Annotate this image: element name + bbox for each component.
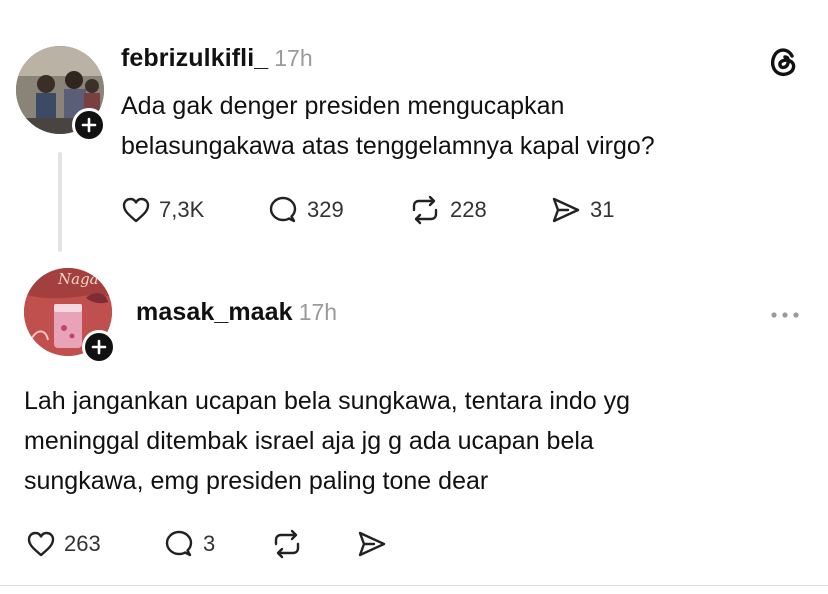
repost-icon [274, 529, 300, 559]
more-dots-icon[interactable] [768, 306, 804, 324]
thread-connector-line [58, 152, 62, 252]
reply-reply-count: 3 [203, 531, 216, 556]
post-reply-button[interactable]: 329 [267, 194, 344, 226]
send-icon [552, 197, 580, 223]
repost-icon [412, 195, 438, 225]
reply-avatar-logo-text: Naga [58, 270, 99, 288]
send-icon [358, 531, 386, 557]
reply-like-button[interactable]: 263 [26, 528, 101, 560]
reply-repost-button[interactable] [270, 528, 304, 560]
reply-text-line: sungkawa, emg presiden paling tone dear [24, 467, 489, 495]
comment-bubble-icon [165, 530, 193, 557]
post-like-button[interactable]: 7,3K [121, 194, 204, 226]
heart-icon [27, 531, 55, 557]
post-like-count: 7,3K [159, 197, 205, 222]
reply-text-line: meninggal ditembak israel aja jg g ada u… [24, 427, 594, 455]
post-username[interactable]: febrizulkifli_ [121, 44, 268, 73]
reply-header: masak_maak 17h [136, 298, 337, 332]
post-text: Ada gak denger presiden mengucapkan bela… [121, 86, 801, 166]
threads-logo-icon[interactable] [766, 44, 802, 80]
reply-share-button[interactable] [356, 528, 388, 560]
post-header: febrizulkifli_ 17h [121, 44, 313, 78]
reply-text: Lah jangankan ucapan bela sungkawa, tent… [24, 381, 814, 501]
post-repost-button[interactable]: 228 [408, 194, 487, 226]
post-share-button[interactable]: 31 [550, 194, 614, 226]
divider [0, 585, 828, 586]
comment-bubble-icon [269, 196, 297, 223]
reply-reply-button[interactable]: 3 [163, 528, 215, 560]
post-timestamp: 17h [274, 45, 313, 71]
post-reply-count: 329 [307, 197, 344, 222]
reply-text-line: Lah jangankan ucapan bela sungkawa, tent… [24, 387, 631, 415]
post-share-count: 31 [590, 197, 615, 222]
plus-icon [81, 117, 97, 133]
reply-timestamp: 17h [298, 299, 338, 325]
reply-like-count: 263 [64, 531, 101, 556]
post-text-line: belasungakawa atas tenggelamnya kapal vi… [121, 132, 655, 160]
reply-username[interactable]: masak_maak [136, 298, 293, 327]
heart-icon [122, 197, 150, 223]
follow-plus-button[interactable] [82, 330, 116, 364]
post-text-line: Ada gak denger presiden mengucapkan [121, 92, 565, 120]
plus-icon [91, 339, 107, 355]
post-repost-count: 228 [450, 197, 487, 222]
follow-plus-button[interactable] [72, 108, 106, 142]
